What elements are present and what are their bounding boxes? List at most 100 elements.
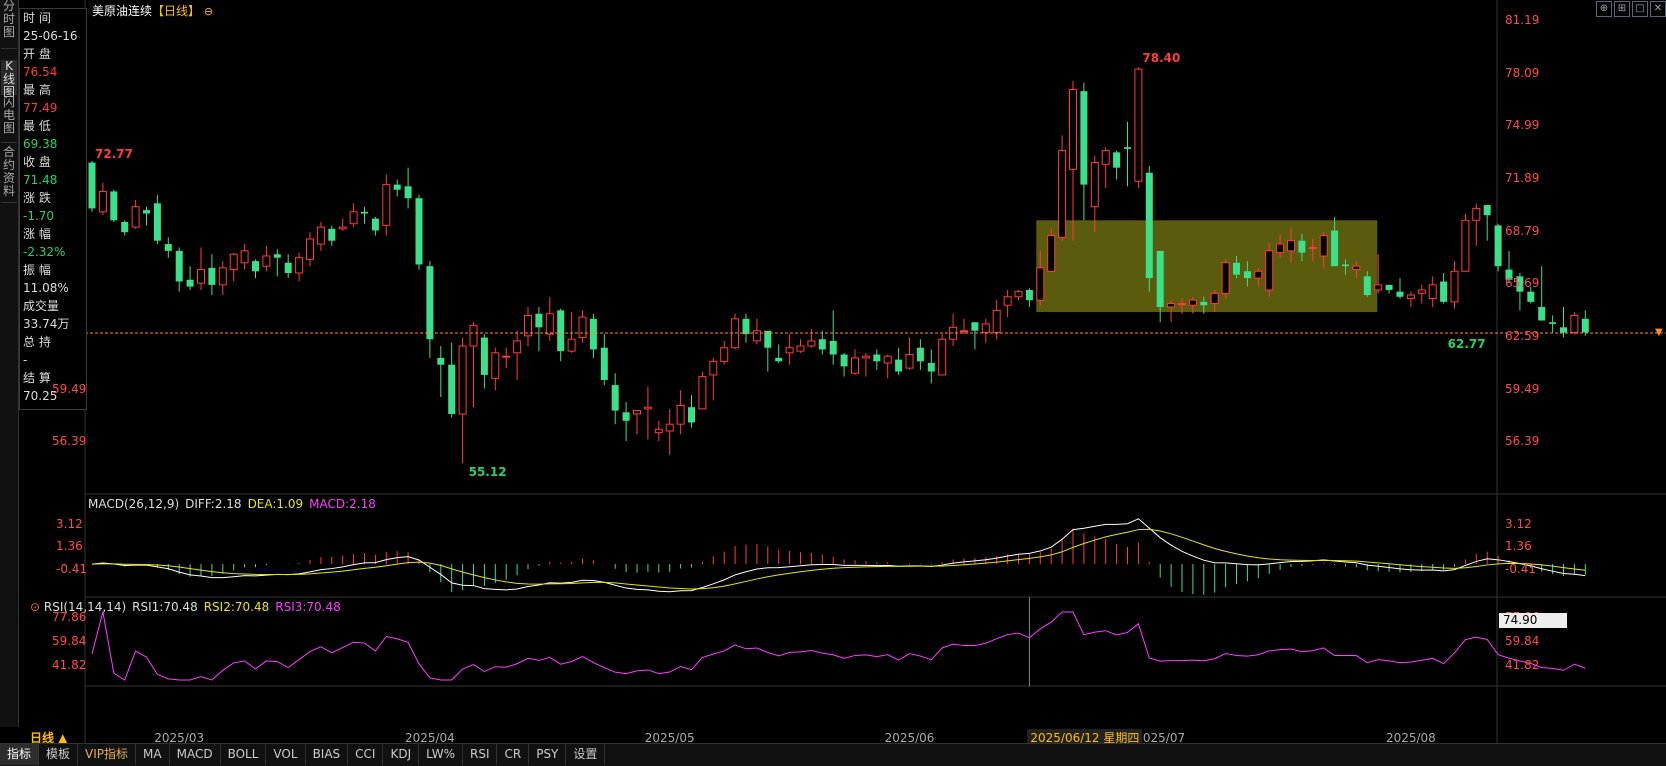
candle bbox=[971, 322, 979, 350]
indicator-tab-2[interactable]: VIP指标 bbox=[78, 744, 137, 765]
candle bbox=[578, 310, 587, 343]
candle bbox=[164, 237, 172, 258]
candle bbox=[1003, 289, 1012, 318]
candle bbox=[349, 203, 358, 228]
candle bbox=[1134, 67, 1143, 189]
candle bbox=[589, 313, 597, 358]
candle bbox=[295, 252, 304, 282]
candle bbox=[676, 390, 685, 435]
candle bbox=[731, 313, 740, 350]
info-value: 11.08% bbox=[23, 281, 69, 295]
candle bbox=[916, 339, 924, 370]
period-label[interactable]: 【日线】 bbox=[152, 4, 200, 18]
candle bbox=[316, 222, 325, 251]
indicator-tab-10[interactable]: LW% bbox=[419, 744, 463, 765]
window-controls: ⊕ ⊞ □ ✕ bbox=[1594, 0, 1666, 17]
macd-diff: DIFF:2.18 bbox=[185, 497, 242, 511]
indicator-tab-7[interactable]: BIAS bbox=[306, 744, 349, 765]
indicator-tab-13[interactable]: PSY bbox=[529, 744, 567, 765]
candle bbox=[143, 206, 150, 226]
indicator-tab-8[interactable]: CCI bbox=[348, 744, 384, 765]
candle bbox=[1101, 147, 1110, 189]
candle bbox=[895, 347, 903, 375]
chart-canvas[interactable] bbox=[0, 0, 1666, 743]
price-axis-label: 68.79 bbox=[1505, 223, 1540, 238]
candle bbox=[1472, 203, 1481, 246]
candle bbox=[905, 337, 914, 370]
indicator-tab-11[interactable]: RSI bbox=[463, 744, 498, 765]
candle bbox=[873, 349, 881, 370]
candle bbox=[218, 261, 227, 296]
tab-view-3[interactable]: 合约资料 bbox=[1, 146, 17, 203]
candle bbox=[491, 347, 500, 391]
rsi-axis-label-left: 41.82 bbox=[52, 657, 87, 672]
candle bbox=[949, 313, 958, 347]
info-value: 71.48 bbox=[23, 173, 58, 187]
rsi-axis-label: 41.82 bbox=[1505, 657, 1540, 672]
info-value: 76.54 bbox=[23, 65, 58, 79]
candle bbox=[382, 174, 391, 236]
chart-title: 美原油连续【日线】 ⊖ bbox=[92, 2, 213, 19]
candle bbox=[1549, 315, 1557, 333]
macd-axis-label: 3.12 bbox=[1505, 516, 1532, 531]
candle bbox=[818, 330, 826, 355]
candle bbox=[1396, 278, 1404, 299]
tab-view-2[interactable]: 闪电图 bbox=[1, 96, 17, 143]
candle bbox=[1440, 272, 1448, 304]
indicator-tab-14[interactable]: 设置 bbox=[566, 744, 606, 765]
info-value: 77.49 bbox=[23, 101, 58, 115]
info-label: 最 高 bbox=[23, 83, 51, 97]
candle bbox=[1538, 266, 1546, 321]
close-icon[interactable]: ✕ bbox=[1650, 1, 1666, 17]
expand-icon[interactable]: ⊕ bbox=[1596, 1, 1612, 17]
last-price-marker: ▼ bbox=[1655, 326, 1663, 338]
candle bbox=[742, 313, 750, 343]
info-label: 收 盘 bbox=[23, 155, 51, 169]
indicator-tab-9[interactable]: KDJ bbox=[383, 744, 420, 765]
candle bbox=[502, 347, 511, 369]
indicator-tab-3[interactable]: MA bbox=[136, 744, 170, 765]
indicator-tab-6[interactable]: VOL bbox=[266, 744, 306, 765]
info-label: 开 盘 bbox=[23, 47, 51, 61]
price-axis-label: 81.19 bbox=[1505, 13, 1540, 27]
macd-axis-label: -0.41 bbox=[1505, 562, 1537, 577]
tab-view-0[interactable]: 分时图 bbox=[1, 0, 17, 49]
candle bbox=[393, 179, 401, 197]
grid-icon[interactable]: ⊞ bbox=[1614, 1, 1630, 17]
candle bbox=[557, 308, 565, 362]
rsi-rsi3: RSI3:70.48 bbox=[275, 600, 341, 614]
candle bbox=[197, 247, 205, 290]
gear-icon[interactable]: ⊖ bbox=[204, 5, 213, 18]
candle bbox=[861, 352, 870, 377]
candle bbox=[1221, 259, 1230, 299]
info-label: 总 持 bbox=[23, 335, 51, 349]
indicator-tab-1[interactable]: 模板 bbox=[39, 744, 79, 765]
candle bbox=[698, 371, 707, 410]
indicator-tab-5[interactable]: BOLL bbox=[221, 744, 267, 765]
candle bbox=[1080, 82, 1088, 221]
tab-view-1[interactable]: K线图 bbox=[1, 60, 17, 99]
price-axis-label: 78.09 bbox=[1505, 65, 1540, 80]
candle bbox=[927, 349, 935, 384]
candle bbox=[600, 334, 608, 386]
fullscreen-icon[interactable]: □ bbox=[1632, 1, 1648, 17]
candle bbox=[1450, 261, 1459, 309]
dea-line bbox=[91, 528, 1586, 590]
info-value: -1.70 bbox=[23, 209, 55, 223]
indicator-tab-4[interactable]: MACD bbox=[170, 744, 221, 765]
candle bbox=[622, 402, 630, 442]
price-axis-label: 62.59 bbox=[1505, 329, 1540, 343]
macd-axis-label-left: -0.41 bbox=[56, 562, 88, 577]
candle bbox=[1047, 228, 1056, 272]
indicator-tab-12[interactable]: CR bbox=[497, 744, 530, 765]
indicator-tab-0[interactable]: 指标 bbox=[0, 744, 40, 765]
candle bbox=[229, 252, 238, 282]
target-icon[interactable]: ⊙ bbox=[30, 600, 44, 614]
candle bbox=[252, 259, 259, 279]
candle bbox=[1058, 135, 1067, 241]
candle bbox=[775, 344, 783, 364]
candle bbox=[654, 420, 663, 442]
rsi-axis-label-left: 77.86 bbox=[52, 610, 87, 625]
candle bbox=[328, 225, 336, 246]
rsi-axis-label: 59.84 bbox=[1505, 633, 1540, 648]
